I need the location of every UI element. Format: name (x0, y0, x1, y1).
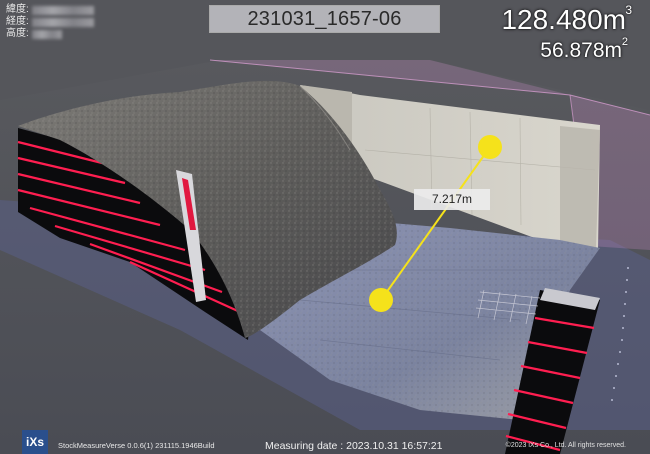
area-unit-superscript: 2 (621, 36, 628, 48)
latitude-value-blurred (31, 5, 94, 15)
altitude-row: 高度: (6, 28, 94, 40)
latitude-label: 緯度: (6, 4, 29, 15)
volume-unit-superscript: 3 (625, 3, 632, 17)
longitude-value-blurred (31, 17, 94, 27)
longitude-label: 経度: (6, 16, 29, 27)
app-version: StockMeasureVerse 0.0.6(1) 231115.1946Bu… (58, 441, 215, 450)
copyright: ©2023 iXs Co., Ltd. All rights reserved. (505, 442, 626, 449)
measure-point-start[interactable] (478, 135, 502, 159)
ixs-logo: iXs (22, 430, 48, 454)
point-cloud-viewport[interactable] (0, 0, 650, 454)
measuring-date: Measuring date : 2023.10.31 16:57:21 (265, 440, 443, 452)
measurement-id-title: 231031_1657-06 (209, 5, 440, 33)
altitude-label: 高度: (6, 28, 29, 39)
distance-label: 7.217m (414, 189, 490, 210)
measure-point-end[interactable] (369, 288, 393, 312)
area-value: 56.878m (540, 39, 622, 62)
coordinate-readout: 緯度: 経度: 高度: (6, 4, 94, 40)
longitude-row: 経度: (6, 16, 94, 28)
latitude-row: 緯度: (6, 4, 94, 16)
volume-value: 128.480m (501, 4, 626, 35)
altitude-value-blurred (31, 29, 62, 39)
